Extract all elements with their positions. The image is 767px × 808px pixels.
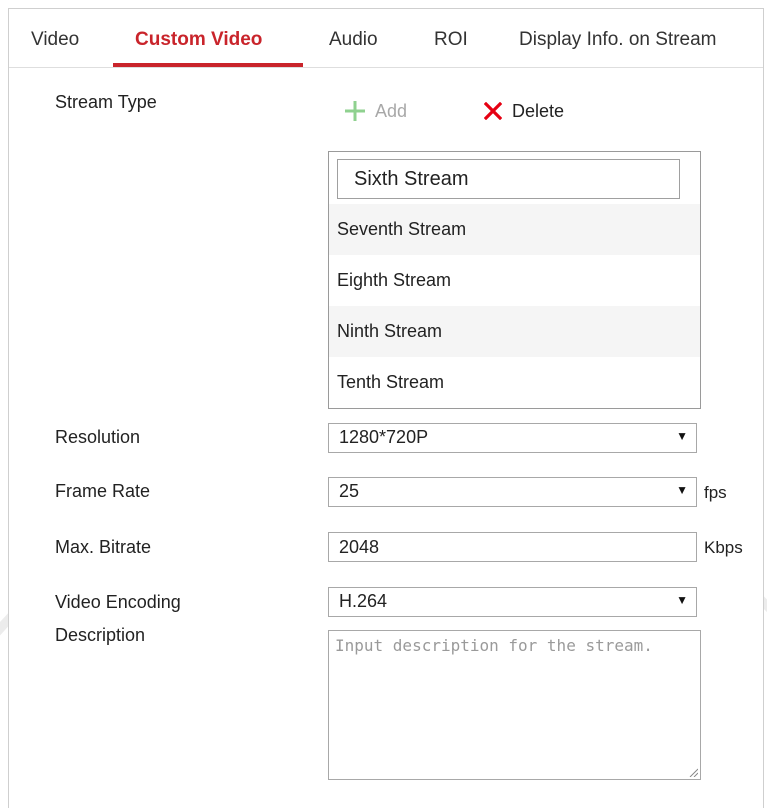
settings-panel: Video Custom Video Audio ROI Display Inf… bbox=[8, 8, 764, 808]
resize-grip-icon[interactable] bbox=[688, 767, 698, 777]
tab-custom-video[interactable]: Custom Video bbox=[135, 29, 262, 51]
resolution-label: Resolution bbox=[55, 427, 141, 447]
max-bitrate-label: Max. Bitrate bbox=[55, 537, 152, 557]
delete-stream-button[interactable]: Delete bbox=[484, 96, 564, 126]
delete-stream-label: Delete bbox=[512, 100, 565, 121]
stream-list-item[interactable]: Ninth Stream bbox=[329, 306, 700, 357]
video-encoding-value: H.264 bbox=[339, 591, 388, 611]
dropdown-arrow-icon: ▼ bbox=[676, 593, 688, 607]
frame-rate-value: 25 bbox=[339, 481, 360, 501]
max-bitrate-unit: Kbps bbox=[704, 538, 743, 557]
stream-list-item[interactable]: Seventh Stream bbox=[329, 204, 700, 255]
tab-display-info-on-stream[interactable]: Display Info. on Stream bbox=[519, 29, 716, 51]
resolution-value: 1280*720P bbox=[339, 427, 429, 447]
tab-roi[interactable]: ROI bbox=[434, 29, 468, 51]
video-encoding-label: Video Encoding bbox=[55, 592, 181, 612]
close-icon bbox=[484, 102, 502, 120]
add-stream-button[interactable]: Add bbox=[345, 96, 407, 126]
tab-bar: Video Custom Video Audio ROI Display Inf… bbox=[9, 9, 763, 68]
stream-type-label: Stream Type bbox=[55, 92, 157, 112]
max-bitrate-input[interactable]: 2048 bbox=[328, 532, 697, 562]
stream-list-item[interactable]: Eighth Stream bbox=[329, 255, 700, 306]
add-stream-label: Add bbox=[375, 100, 408, 121]
description-label: Description bbox=[55, 625, 146, 645]
plus-icon bbox=[345, 101, 365, 121]
frame-rate-select[interactable]: 25 ▼ bbox=[328, 477, 697, 507]
video-encoding-select[interactable]: H.264 ▼ bbox=[328, 587, 697, 617]
active-tab-indicator bbox=[113, 63, 303, 67]
frame-rate-label: Frame Rate bbox=[55, 481, 151, 501]
description-textarea[interactable]: Input description for the stream. bbox=[328, 630, 701, 780]
dropdown-arrow-icon: ▼ bbox=[676, 483, 688, 497]
resolution-select[interactable]: 1280*720P ▼ bbox=[328, 423, 697, 453]
frame-rate-unit: fps bbox=[704, 483, 727, 502]
stream-type-list: Sixth Stream Seventh Stream Eighth Strea… bbox=[328, 151, 701, 409]
description-placeholder: Input description for the stream. bbox=[335, 636, 653, 655]
tab-audio[interactable]: Audio bbox=[329, 29, 378, 51]
tab-video[interactable]: Video bbox=[31, 29, 79, 51]
stream-list-item[interactable]: Tenth Stream bbox=[329, 357, 700, 408]
stream-name-input[interactable]: Sixth Stream bbox=[337, 159, 680, 199]
dropdown-arrow-icon: ▼ bbox=[676, 429, 688, 443]
